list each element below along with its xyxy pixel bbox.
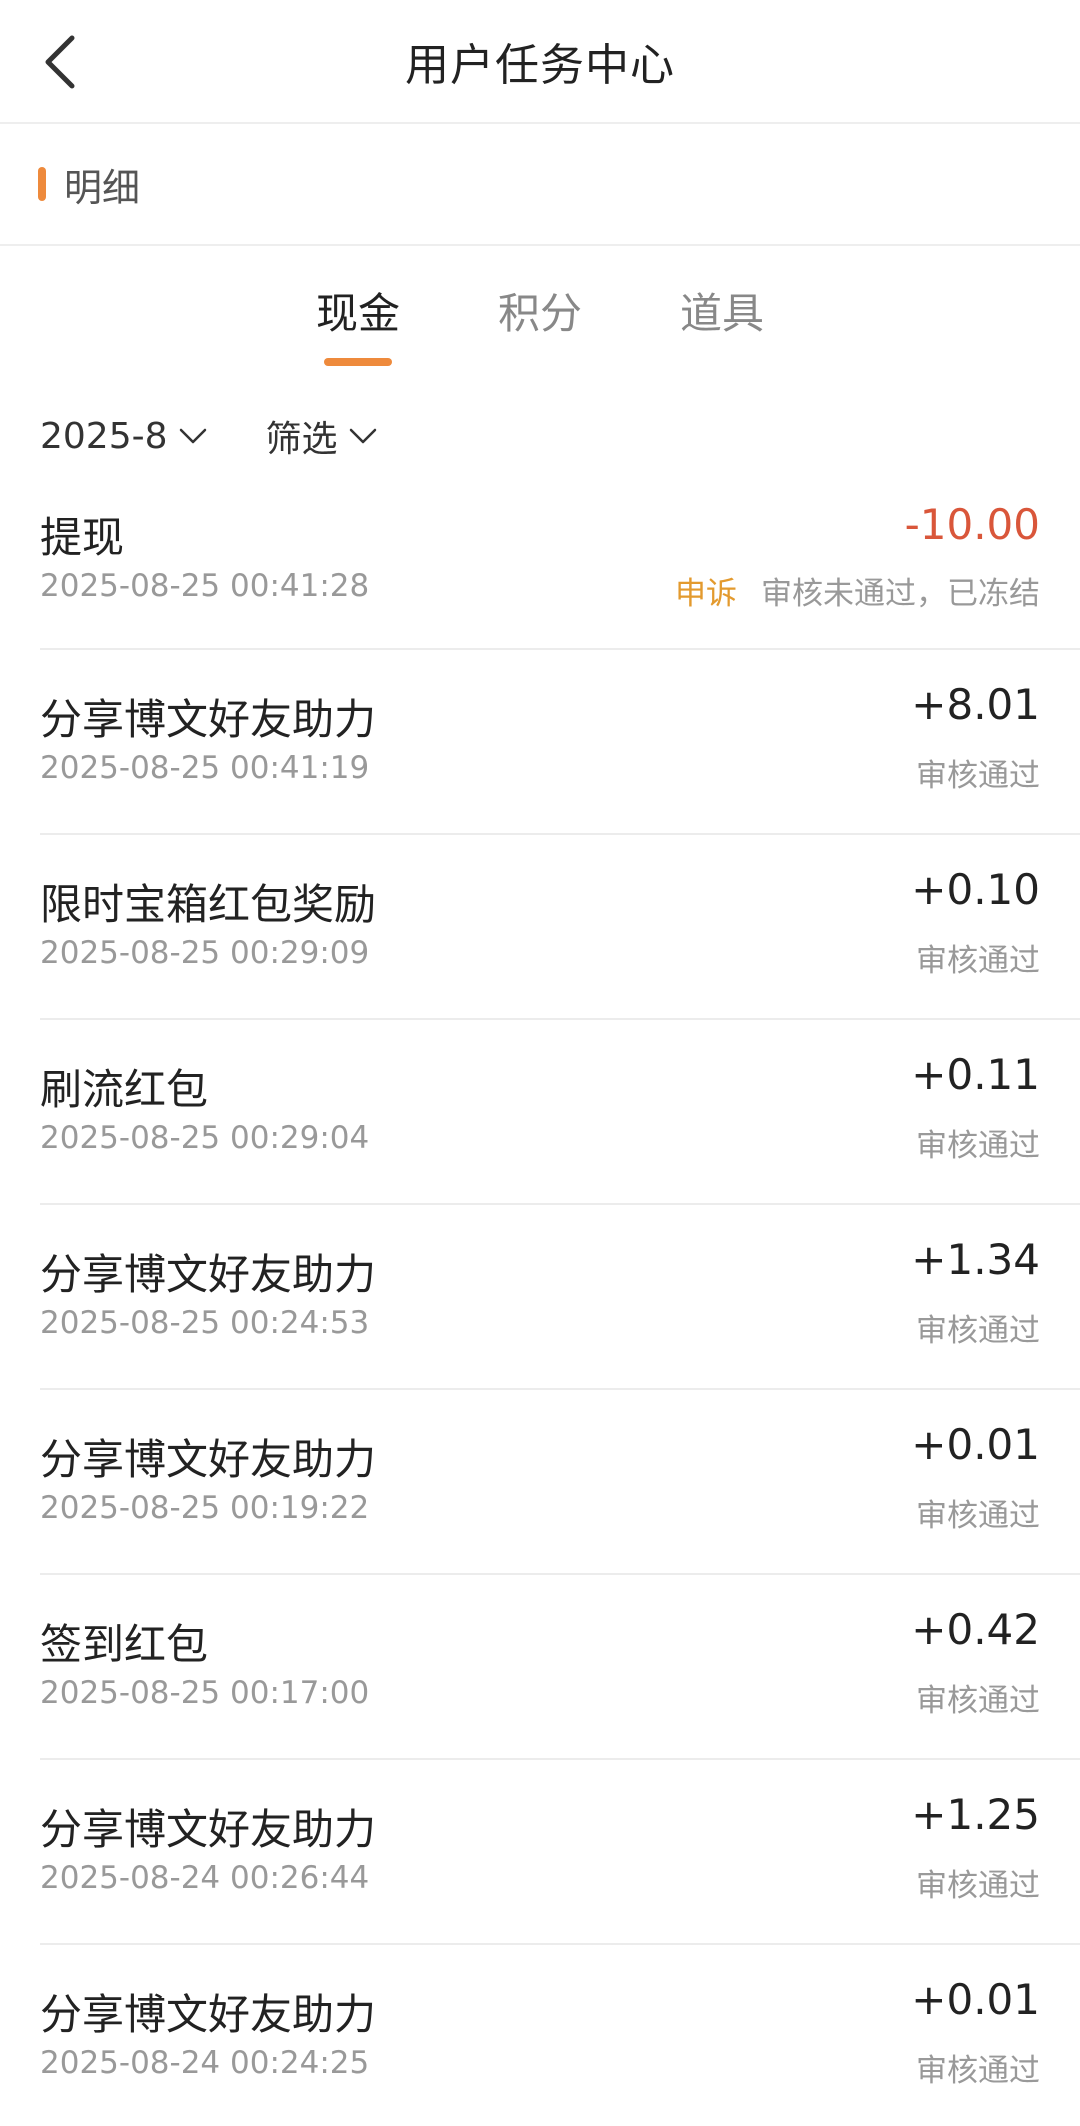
list-item[interactable]: 限时宝箱红包奖励 2025-08-25 00:29:09 +0.10 审核通过	[40, 835, 1080, 1020]
list-item[interactable]: 刷流红包 2025-08-25 00:29:04 +0.11 审核通过	[40, 1020, 1080, 1205]
list-item[interactable]: 分享博文好友助力 2025-08-25 00:24:53 +1.34 审核通过	[40, 1205, 1080, 1390]
list-item[interactable]: 分享博文好友助力 2025-08-25 00:41:19 +8.01 审核通过	[40, 650, 1080, 835]
section-accent-bar	[38, 167, 46, 201]
list-item[interactable]: 提现 2025-08-25 00:41:28 -10.00 申诉 审核未通过，已…	[40, 488, 1080, 650]
record-amount: -10.00	[904, 500, 1040, 549]
record-amount: +0.42	[911, 1605, 1040, 1654]
list-item[interactable]: 签到红包 2025-08-25 00:17:00 +0.42 审核通过	[40, 1575, 1080, 1760]
month-value: 2025-8	[40, 415, 168, 457]
record-status: 审核通过	[916, 1498, 1040, 1534]
tab-active-indicator	[324, 358, 392, 366]
record-status: 审核通过	[916, 2053, 1040, 2089]
record-status: 审核通过	[916, 1128, 1040, 1164]
record-amount: +1.25	[911, 1790, 1040, 1839]
record-list: 提现 2025-08-25 00:41:28 -10.00 申诉 审核未通过，已…	[0, 488, 1080, 2126]
record-title: 分享博文好友助力	[40, 1250, 377, 1299]
record-time: 2025-08-25 00:19:22	[40, 1490, 370, 1526]
record-title: 签到红包	[40, 1620, 209, 1669]
record-status: 申诉 审核未通过，已冻结	[675, 568, 1040, 613]
record-amount: +0.11	[911, 1050, 1040, 1099]
record-amount: +0.01	[911, 1420, 1040, 1469]
record-status: 审核通过	[916, 1313, 1040, 1349]
filter-dropdown[interactable]: 筛选	[266, 410, 378, 462]
record-title: 分享博文好友助力	[40, 695, 377, 744]
section-label: 明细	[64, 165, 141, 210]
record-title: 分享博文好友助力	[40, 1805, 377, 1854]
record-title: 分享博文好友助力	[40, 1435, 377, 1484]
chevron-left-icon	[45, 35, 75, 89]
tab-label: 现金	[315, 289, 400, 338]
record-status: 审核通过	[916, 943, 1040, 979]
record-time: 2025-08-25 00:29:04	[40, 1120, 370, 1156]
list-item[interactable]: 分享博文好友助力 2025-08-25 00:19:22 +0.01 审核通过	[40, 1390, 1080, 1575]
record-time: 2025-08-24 00:24:25	[40, 2045, 370, 2081]
filter-bar: 2025-8 筛选	[0, 374, 1080, 488]
record-title: 限时宝箱红包奖励	[40, 880, 377, 929]
list-item[interactable]: 分享博文好友助力 2025-08-24 00:24:25 +0.01 审核通过	[40, 1945, 1080, 2126]
tab-bar: 现金 积分 道具	[0, 246, 1080, 374]
record-time: 2025-08-25 00:17:00	[40, 1675, 370, 1711]
chevron-down-icon	[179, 428, 206, 444]
record-time: 2025-08-25 00:41:19	[40, 750, 370, 786]
record-title: 刷流红包	[40, 1065, 209, 1114]
filter-label: 筛选	[265, 419, 338, 460]
back-button[interactable]	[24, 26, 96, 98]
tab-points[interactable]: 积分	[449, 280, 631, 370]
record-amount: +1.34	[911, 1235, 1040, 1284]
status-text: 审核未通过，已冻结	[761, 576, 1040, 612]
task-center-page: 用户任务中心 明细 现金 积分 道具 2025-8 筛选 提现 2025-08-…	[0, 0, 1080, 2126]
tab-label: 积分	[497, 289, 582, 338]
record-time: 2025-08-25 00:24:53	[40, 1305, 370, 1341]
chevron-down-icon	[349, 428, 376, 444]
tab-cash[interactable]: 现金	[267, 280, 449, 370]
month-selector[interactable]: 2025-8	[40, 416, 208, 457]
record-status: 审核通过	[916, 1683, 1040, 1719]
record-time: 2025-08-25 00:41:28	[40, 568, 370, 604]
page-title: 用户任务中心	[405, 40, 675, 91]
list-item[interactable]: 分享博文好友助力 2025-08-24 00:26:44 +1.25 审核通过	[40, 1760, 1080, 1945]
section-header: 明细	[0, 124, 1080, 246]
record-amount: +0.10	[911, 865, 1040, 914]
record-time: 2025-08-25 00:29:09	[40, 935, 370, 971]
record-time: 2025-08-24 00:26:44	[40, 1860, 370, 1896]
record-amount: +0.01	[911, 1975, 1040, 2024]
record-status: 审核通过	[916, 1868, 1040, 1904]
record-amount: +8.01	[911, 680, 1040, 729]
tab-label: 道具	[679, 289, 764, 338]
record-title: 提现	[40, 513, 125, 562]
top-bar: 用户任务中心	[0, 0, 1080, 124]
appeal-link[interactable]: 申诉	[675, 568, 737, 613]
record-status: 审核通过	[916, 758, 1040, 794]
tab-items[interactable]: 道具	[631, 280, 813, 370]
record-title: 分享博文好友助力	[40, 1990, 377, 2039]
